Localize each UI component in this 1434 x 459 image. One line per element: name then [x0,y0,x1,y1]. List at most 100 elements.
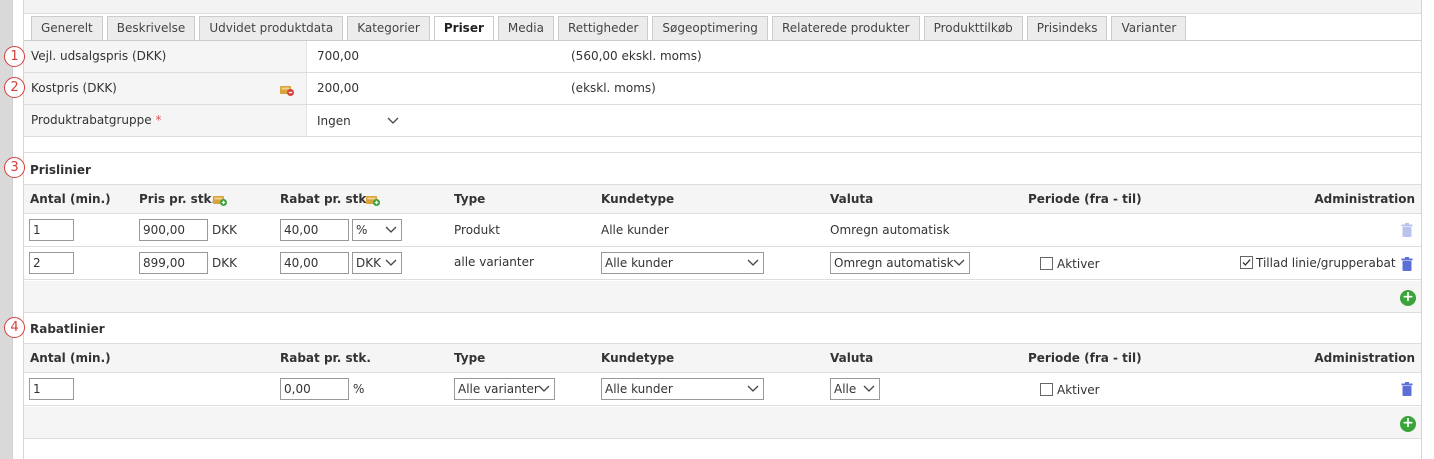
add-discount-line-button[interactable]: + [1400,416,1416,432]
type-select[interactable]: Alle varianter [454,378,555,400]
chevron-down-icon [863,385,875,392]
chevron-down-icon [385,226,397,233]
tab-media[interactable]: Media [497,16,554,40]
col-admin: Administration [1314,192,1415,206]
customer-type-value: Alle kunder [601,223,669,237]
currency-value: Omregn automatisk [830,223,950,237]
col-discount: Rabat pr. stk. [280,351,371,365]
discount-group-label: Produktrabatgruppe * [24,105,307,136]
table-row: 2 899,00 DKK 40,00 DKK alle varianter Al… [24,247,1421,280]
allow-line-discount-checkbox[interactable] [1240,256,1253,269]
table-row: 1 0,00 % Alle varianter Alle kunder Alle… [24,373,1421,406]
tab-beskrivelse[interactable]: Beskrivelse [106,16,196,40]
col-currency: Valuta [830,351,874,365]
tab-kategorier[interactable]: Kategorier [347,16,430,40]
col-period: Periode (fra - til) [1028,351,1142,365]
cost-price-label: Kostpris (DKK) [24,73,307,104]
qty-input[interactable]: 1 [29,378,74,400]
col-price: Pris pr. stk. [139,192,217,206]
discount-input[interactable]: 40,00 [280,219,349,241]
currency-calculator-icon[interactable] [279,82,295,100]
price-lines-title: Prislinier [30,163,91,177]
allow-line-discount-label: Tillad linie/grupperabat [1256,256,1396,270]
product-edit-panel: Generelt Beskrivelse Udvidet produktdata… [23,0,1422,459]
col-qty: Antal (min.) [30,351,111,365]
currency-select[interactable]: Omregn automatisk [830,252,970,274]
period-activate-checkbox[interactable] [1040,383,1053,396]
retail-price-ex-vat: (560,00 ekskl. moms) [571,49,702,63]
tab-prisindeks[interactable]: Prisindeks [1026,16,1108,40]
type-value: alle varianter [454,255,534,269]
tab-produkttilkoeb[interactable]: Produkttilkøb [923,16,1023,40]
discount-unit: % [353,382,365,396]
cost-price-row: Kostpris (DKK) 200,00 (ekskl. moms) [24,73,1421,105]
price-lines-add-bar: + [24,281,1421,313]
cost-price-value: 200,00 [317,81,359,95]
tab-soegeoptimering[interactable]: Søgeoptimering [652,16,768,40]
col-customer: Kundetype [601,351,675,365]
annotation-badge-3: 3 [4,157,25,178]
col-qty: Antal (min.) [30,192,111,206]
col-discount: Rabat pr. stk. [280,192,371,206]
col-period: Periode (fra - til) [1028,192,1142,206]
discount-unit-select[interactable]: DKK [352,252,402,274]
tab-rettigheder[interactable]: Rettigheder [557,16,649,40]
col-currency: Valuta [830,192,874,206]
chevron-down-icon [538,385,550,392]
customer-type-select[interactable]: Alle kunder [601,378,764,400]
price-input[interactable]: 899,00 [139,252,208,274]
retail-price-row: Vejl. udsalgspris (DKK) 700,00 (560,00 e… [24,41,1421,73]
annotation-badge-1: 1 [4,46,25,67]
add-price-line-button[interactable]: + [1400,290,1416,306]
discount-group-row: Produktrabatgruppe * Ingen [24,105,1421,137]
left-gutter [0,0,13,459]
retail-price-label: Vejl. udsalgspris (DKK) [24,41,307,72]
discount-lines-add-bar: + [24,407,1421,439]
discount-lines-header: Antal (min.) Rabat pr. stk. Type Kundety… [24,343,1421,373]
currency-calculator-icon[interactable] [212,192,228,207]
discount-unit-select[interactable]: % [352,219,402,241]
currency-calculator-icon[interactable] [365,192,381,207]
qty-input[interactable]: 1 [29,219,74,241]
chevron-down-icon [747,259,759,266]
cost-price-ex-vat: (ekskl. moms) [571,81,656,95]
period-activate-label: Aktiver [1057,383,1100,397]
period-activate-checkbox[interactable] [1040,257,1053,270]
price-currency: DKK [212,223,237,237]
tab-priser[interactable]: Priser [433,16,494,41]
price-input[interactable]: 900,00 [139,219,208,241]
tab-generelt[interactable]: Generelt [31,16,103,40]
trash-icon[interactable] [1401,382,1413,399]
discount-lines-title: Rabatlinier [30,322,105,336]
qty-input[interactable]: 2 [29,252,74,274]
tab-relaterede-produkter[interactable]: Relaterede produkter [771,16,920,40]
tab-udvidet-produktdata[interactable]: Udvidet produktdata [199,16,344,40]
discount-group-select[interactable]: Ingen [317,112,407,132]
currency-select[interactable]: Alle [830,378,880,400]
chevron-down-icon [953,259,965,266]
period-activate-label: Aktiver [1057,257,1100,271]
discount-input[interactable]: 0,00 [280,378,349,400]
chevron-down-icon [747,385,759,392]
chevron-down-icon [385,259,397,266]
col-customer: Kundetype [601,192,675,206]
price-lines-header: Antal (min.) Pris pr. stk. Rabat pr. stk… [24,184,1421,214]
col-admin: Administration [1314,351,1415,365]
table-row: 1 900,00 DKK 40,00 % Produkt Alle kunder… [24,214,1421,247]
annotation-badge-2: 2 [4,77,25,98]
col-type: Type [454,192,486,206]
trash-icon[interactable] [1401,223,1413,240]
retail-price-value: 700,00 [317,49,359,63]
col-type: Type [454,351,486,365]
tab-varianter[interactable]: Varianter [1111,16,1187,40]
trash-icon[interactable] [1401,257,1413,274]
checkmark-icon [1242,259,1251,266]
annotation-badge-4: 4 [4,317,25,338]
price-currency: DKK [212,256,237,270]
tab-bar: Generelt Beskrivelse Udvidet produktdata… [31,16,1190,41]
type-value: Produkt [454,223,500,237]
chevron-down-icon [387,117,399,124]
customer-type-select[interactable]: Alle kunder [601,252,764,274]
required-marker: * [155,113,162,127]
discount-input[interactable]: 40,00 [280,252,349,274]
